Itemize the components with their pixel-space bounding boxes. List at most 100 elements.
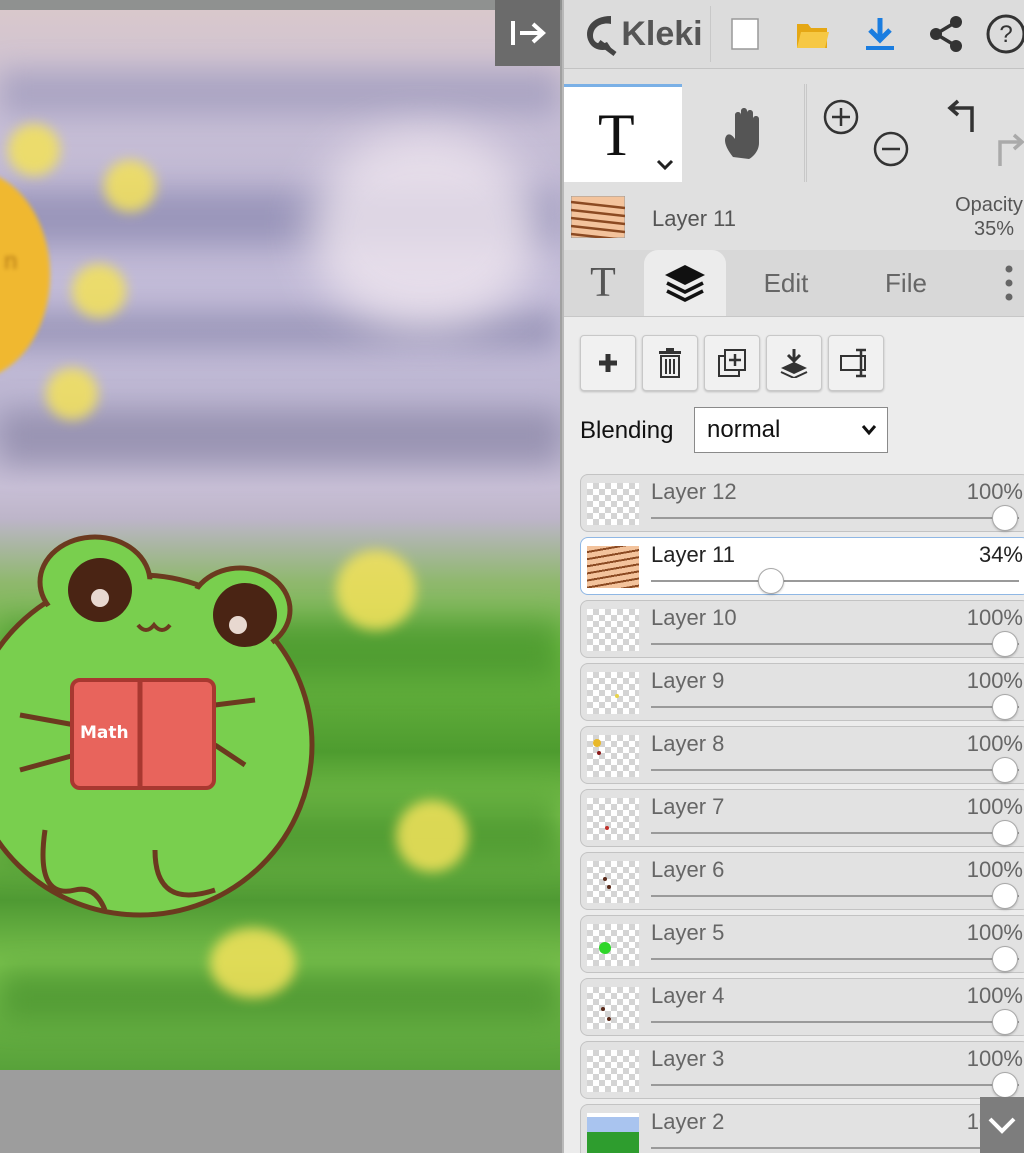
new-image-button[interactable] bbox=[720, 0, 770, 68]
opacity-slider-handle[interactable] bbox=[992, 946, 1018, 972]
layer-row[interactable]: Layer 5 100% bbox=[580, 915, 1024, 973]
layer-opacity: 100% bbox=[966, 605, 1023, 630]
layer-thumbnail bbox=[587, 483, 639, 525]
bokeh-dot bbox=[396, 800, 468, 872]
layer-row[interactable]: Layer 12 100% bbox=[580, 474, 1024, 532]
layer-row[interactable]: Layer 8 100% bbox=[580, 726, 1024, 784]
tab-edit[interactable]: Edit bbox=[734, 250, 838, 316]
tab-layers[interactable] bbox=[644, 250, 726, 316]
layer-thumbnail bbox=[587, 1113, 639, 1153]
hand-tool-button[interactable] bbox=[684, 84, 804, 182]
layer-name: Layer 6 bbox=[651, 857, 725, 882]
opacity-slider-track[interactable] bbox=[651, 517, 1019, 519]
scroll-down-button[interactable] bbox=[980, 1097, 1024, 1153]
sun-text: n bbox=[4, 248, 18, 275]
kleki-logo[interactable]: Kleki bbox=[574, 0, 710, 68]
zoom-out-button[interactable] bbox=[872, 130, 910, 173]
opacity-slider-track[interactable] bbox=[651, 832, 1019, 834]
canvas-top-border bbox=[0, 0, 562, 10]
layer-row[interactable]: Layer 9 100% bbox=[580, 663, 1024, 721]
book-label: Math bbox=[80, 723, 129, 743]
layer-row[interactable]: Layer 3 100% bbox=[580, 1041, 1024, 1099]
layer-row[interactable]: Layer 4 100% bbox=[580, 978, 1024, 1036]
zoom-in-button[interactable] bbox=[822, 98, 860, 141]
save-image-button[interactable] bbox=[854, 0, 906, 68]
tab-file[interactable]: File bbox=[854, 250, 958, 316]
opacity-slider-track[interactable] bbox=[651, 895, 1019, 897]
opacity-slider-handle[interactable] bbox=[992, 883, 1018, 909]
delete-layer-button[interactable] bbox=[642, 335, 698, 391]
opacity-slider-handle[interactable] bbox=[992, 631, 1018, 657]
bokeh-dot bbox=[8, 124, 60, 176]
layer-row[interactable]: Layer 10 100% bbox=[580, 600, 1024, 658]
opacity-slider-handle[interactable] bbox=[992, 505, 1018, 531]
canvas-area[interactable]: n Math bbox=[0, 0, 562, 1153]
opacity-slider-track[interactable] bbox=[651, 706, 1019, 708]
layer-name: Layer 10 bbox=[651, 605, 737, 630]
opacity-slider-handle[interactable] bbox=[992, 820, 1018, 846]
layer-name: Layer 4 bbox=[651, 983, 725, 1008]
opacity-slider-track[interactable] bbox=[651, 1021, 1019, 1023]
opacity-slider-handle[interactable] bbox=[992, 1009, 1018, 1035]
tab-text[interactable]: T bbox=[564, 250, 642, 316]
rename-layer-button[interactable] bbox=[828, 335, 884, 391]
layer-row[interactable]: Layer 6 100% bbox=[580, 852, 1024, 910]
new-document-icon bbox=[731, 18, 759, 50]
top-toolbar: Kleki ? bbox=[564, 0, 1024, 69]
merge-down-button[interactable] bbox=[766, 335, 822, 391]
download-icon bbox=[866, 18, 894, 50]
drawing-canvas[interactable]: n Math bbox=[0, 10, 560, 1070]
kleki-logo-icon bbox=[587, 16, 617, 56]
opacity-slider-track[interactable] bbox=[651, 769, 1019, 771]
opacity-label: Opacity bbox=[955, 194, 1023, 216]
opacity-slider-track[interactable] bbox=[651, 1084, 1019, 1086]
help-button[interactable]: ? bbox=[984, 0, 1024, 68]
layer-name: Layer 12 bbox=[651, 479, 737, 504]
zoom-out-icon bbox=[873, 131, 909, 167]
tool-row: T bbox=[564, 84, 1024, 182]
redo-icon bbox=[998, 133, 1024, 166]
opacity-slider-track[interactable] bbox=[651, 1147, 1019, 1149]
undo-icon bbox=[947, 99, 974, 132]
add-layer-icon bbox=[599, 354, 617, 372]
opacity-slider-handle[interactable] bbox=[992, 694, 1018, 720]
layer-thumbnail bbox=[587, 609, 639, 651]
layer-name: Layer 8 bbox=[651, 731, 725, 756]
layer-row[interactable]: Layer 2100% bbox=[580, 1104, 1024, 1153]
undo-button[interactable] bbox=[942, 98, 982, 143]
opacity-slider-track[interactable] bbox=[651, 958, 1019, 960]
duplicate-layer-button[interactable] bbox=[704, 335, 760, 391]
opacity-slider-track[interactable] bbox=[651, 643, 1019, 645]
open-image-button[interactable] bbox=[786, 0, 840, 68]
redo-button[interactable] bbox=[990, 132, 1024, 177]
layer-thumbnail bbox=[587, 987, 639, 1029]
layer-row[interactable]: Layer 7 100% bbox=[580, 789, 1024, 847]
tool-divider bbox=[806, 84, 807, 182]
opacity-slider-handle[interactable] bbox=[992, 757, 1018, 783]
layer-thumbnail bbox=[587, 798, 639, 840]
chevron-down-icon[interactable] bbox=[656, 159, 674, 171]
share-button[interactable] bbox=[920, 0, 972, 68]
bokeh-dot bbox=[46, 368, 98, 420]
text-tool-icon: T bbox=[598, 102, 635, 168]
opacity-value[interactable]: 35% bbox=[974, 218, 1014, 241]
opacity-slider-track[interactable] bbox=[651, 580, 1019, 582]
text-tool-button[interactable]: T bbox=[564, 84, 682, 182]
opacity-slider-handle[interactable] bbox=[758, 568, 785, 594]
current-layer-thumbnail bbox=[571, 196, 625, 238]
rename-layer-icon bbox=[840, 348, 866, 378]
canvas-margin bbox=[0, 1070, 562, 1153]
zoom-in-icon bbox=[823, 99, 859, 135]
layer-thumbnail bbox=[587, 861, 639, 903]
blending-select[interactable]: normal bbox=[694, 407, 888, 453]
delete-layer-icon bbox=[659, 348, 681, 378]
toolbar-divider bbox=[710, 6, 711, 62]
opacity-slider-handle[interactable] bbox=[992, 1072, 1018, 1098]
layer-row[interactable]: Layer 11 34% bbox=[580, 537, 1024, 595]
current-layer-header: Layer 11 Opacity 35% bbox=[564, 186, 1024, 248]
more-menu-button[interactable] bbox=[994, 250, 1024, 316]
layer-name: Layer 9 bbox=[651, 668, 725, 693]
add-layer-button[interactable] bbox=[580, 335, 636, 391]
logo-text: Kleki bbox=[621, 14, 703, 53]
collapse-panel-button[interactable] bbox=[495, 0, 560, 66]
